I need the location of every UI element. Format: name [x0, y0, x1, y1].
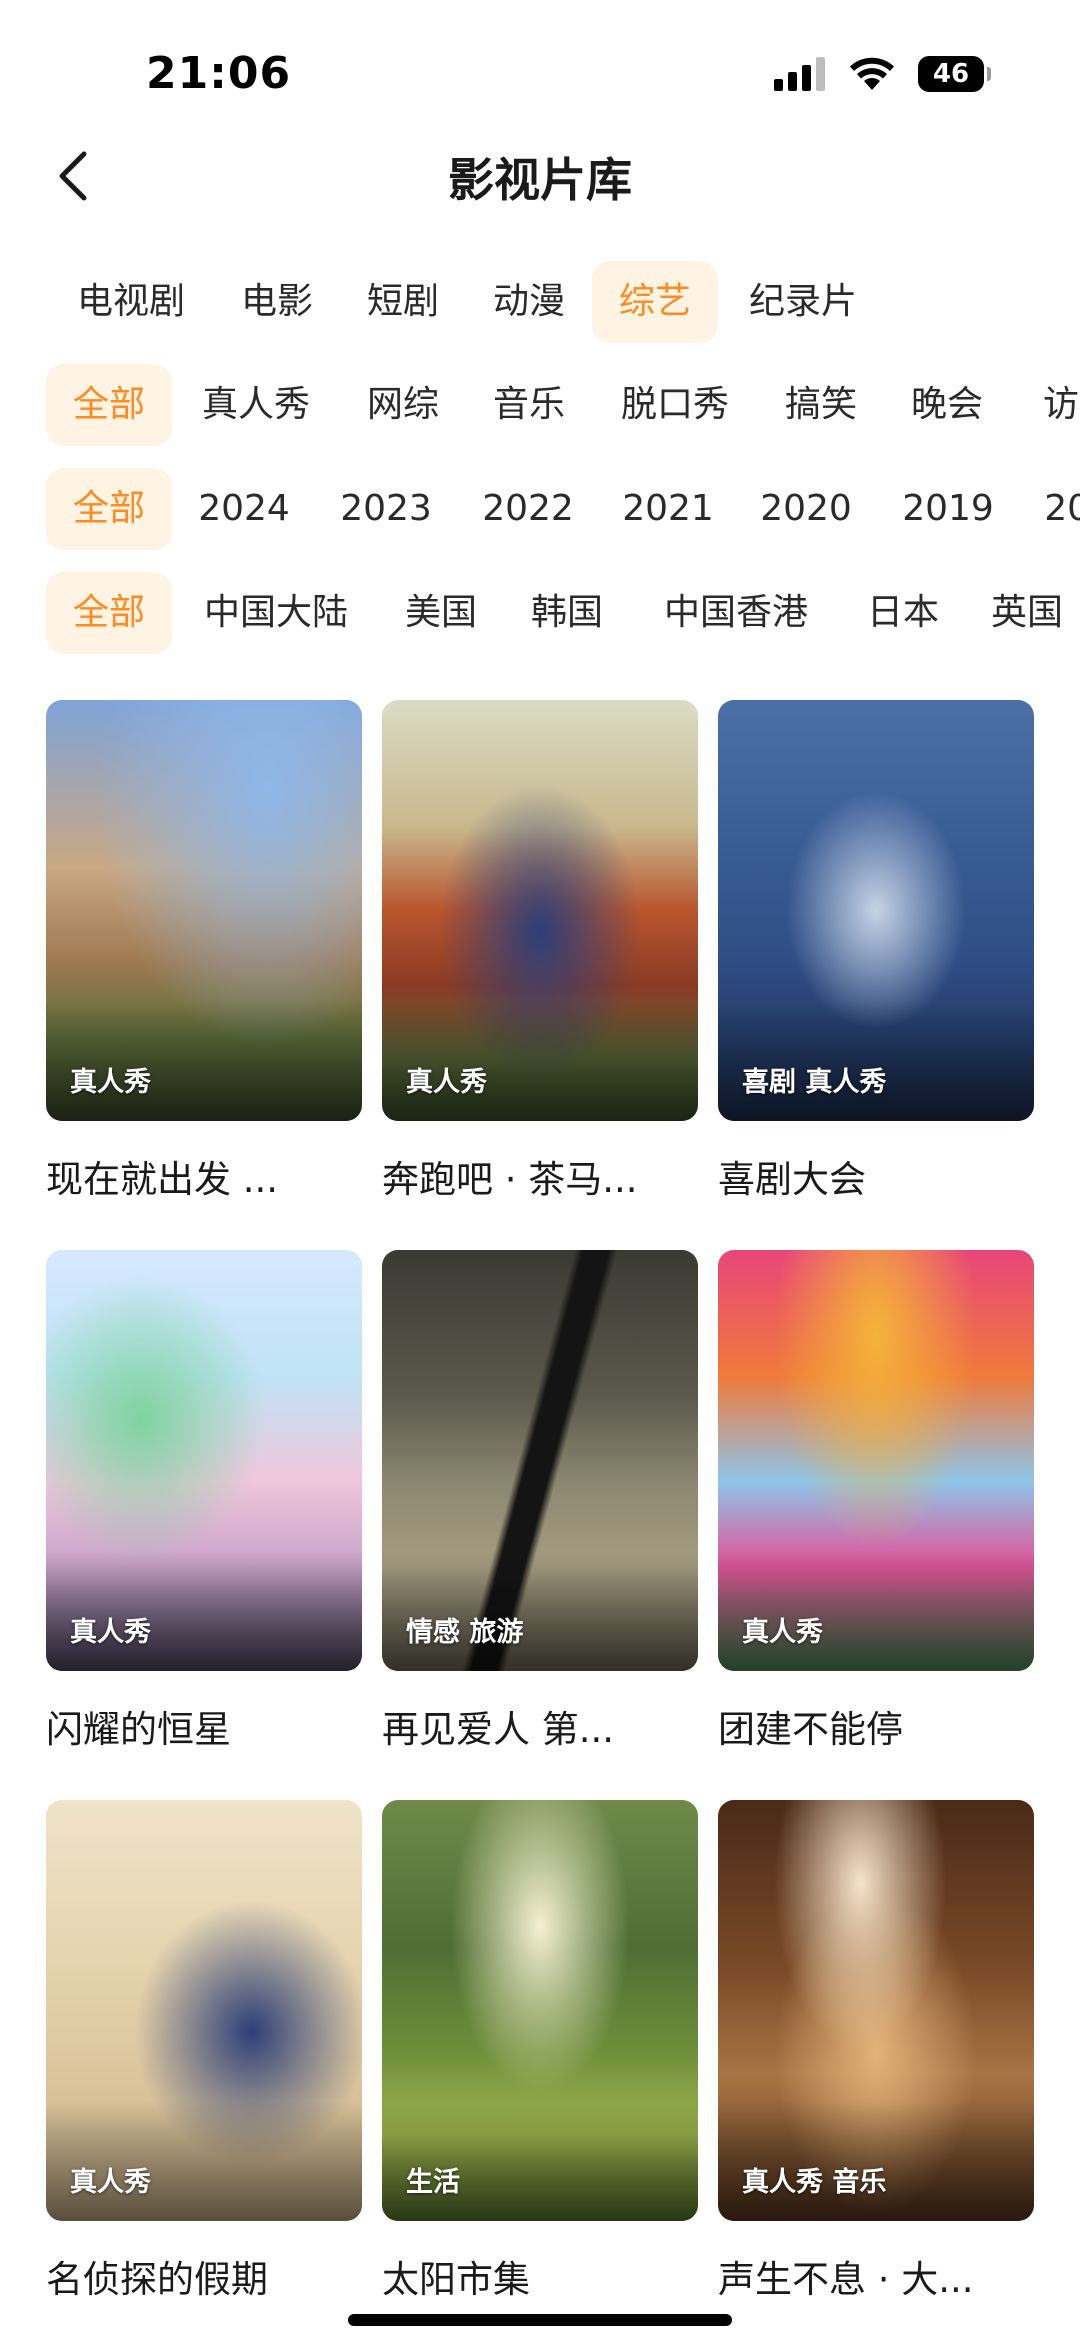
show-title: 太阳市集 — [382, 2258, 530, 2301]
genre-chip-talk-show[interactable]: 脱口秀 — [602, 364, 748, 446]
region-chip-mainland-china[interactable]: 中国大陆 — [186, 572, 366, 654]
year-chip-2021[interactable]: 2021 — [610, 468, 726, 550]
show-tags: 真人秀 — [742, 1617, 823, 1648]
tab-movies[interactable]: 电影 — [222, 261, 332, 343]
battery-indicator: 46 — [918, 56, 991, 92]
wifi-icon — [848, 56, 896, 92]
header: 影视片库 — [0, 130, 1080, 220]
tab-anime[interactable]: 动漫 — [474, 261, 584, 343]
show-tags: 生活 — [406, 2167, 460, 2198]
show-poster: 真人秀 — [46, 1250, 362, 1671]
genre-chip-comedy[interactable]: 搞笑 — [766, 364, 876, 446]
year-chip-2019[interactable]: 2019 — [890, 468, 1006, 550]
show-title: 再见爱人 第... — [382, 1708, 615, 1751]
genre-chip-web-variety[interactable]: 网综 — [348, 364, 458, 446]
year-chip-2018[interactable]: 2018 — [1032, 468, 1080, 550]
show-poster: 生活 — [382, 1800, 698, 2221]
show-poster: 情感 旅游 — [382, 1250, 698, 1671]
show-title: 喜剧大会 — [718, 1158, 866, 1201]
year-chip-2023[interactable]: 2023 — [328, 468, 444, 550]
show-poster: 真人秀 — [46, 700, 362, 1121]
show-title: 现在就出发 ... — [46, 1158, 279, 1201]
show-card[interactable]: 真人秀 音乐 声生不息 · 大... — [718, 1800, 1034, 2303]
content-type-tabs: 电视剧 电影 短剧 动漫 综艺 纪录片 — [0, 261, 1080, 343]
show-tags: 真人秀 — [70, 1067, 151, 1098]
region-chip-hong-kong[interactable]: 中国香港 — [646, 572, 826, 654]
show-title: 团建不能停 — [718, 1708, 903, 1751]
genre-chip-reality[interactable]: 真人秀 — [186, 364, 326, 446]
show-card[interactable]: 生活 太阳市集 — [382, 1800, 698, 2303]
region-chip-usa[interactable]: 美国 — [386, 572, 496, 654]
home-indicator — [348, 2314, 732, 2326]
show-tags: 真人秀 — [70, 1617, 151, 1648]
show-card[interactable]: 真人秀 团建不能停 — [718, 1250, 1034, 1753]
status-time: 21:06 — [146, 48, 292, 99]
show-tags: 真人秀 音乐 — [742, 2167, 887, 2198]
tab-variety[interactable]: 综艺 — [592, 261, 718, 343]
show-poster: 真人秀 — [718, 1250, 1034, 1671]
show-card[interactable]: 真人秀 奔跑吧 · 茶马... — [382, 700, 698, 1203]
region-chip-uk[interactable]: 英国 — [972, 572, 1080, 654]
tab-tv-series[interactable]: 电视剧 — [56, 261, 206, 343]
status-bar: 21:06 46 — [0, 0, 1080, 150]
show-tags: 真人秀 — [70, 2167, 151, 2198]
show-tags: 喜剧 真人秀 — [742, 1067, 887, 1098]
region-filter-row: 全部 中国大陆 美国 韩国 中国香港 日本 英国 — [0, 572, 1080, 654]
show-poster: 真人秀 — [382, 700, 698, 1121]
region-chip-all[interactable]: 全部 — [46, 572, 172, 654]
show-card[interactable]: 真人秀 闪耀的恒星 — [46, 1250, 362, 1753]
show-card[interactable]: 真人秀 名侦探的假期 — [46, 1800, 362, 2303]
genre-filter-row: 全部 真人秀 网综 音乐 脱口秀 搞笑 晚会 访谈 — [0, 364, 1080, 446]
year-chip-all[interactable]: 全部 — [46, 468, 172, 550]
cellular-signal-icon — [774, 57, 826, 91]
show-title: 奔跑吧 · 茶马... — [382, 1158, 638, 1201]
region-chip-japan[interactable]: 日本 — [848, 572, 958, 654]
year-chip-2022[interactable]: 2022 — [470, 468, 586, 550]
year-chip-2020[interactable]: 2020 — [748, 468, 864, 550]
show-card[interactable]: 喜剧 真人秀 喜剧大会 — [718, 700, 1034, 1203]
genre-chip-interview[interactable]: 访谈 — [1024, 364, 1080, 446]
show-poster: 真人秀 音乐 — [718, 1800, 1034, 2221]
show-title: 闪耀的恒星 — [46, 1708, 231, 1751]
page-title: 影视片库 — [448, 153, 632, 207]
show-title: 名侦探的假期 — [46, 2258, 268, 2301]
show-tags: 情感 旅游 — [406, 1617, 524, 1648]
tab-documentary[interactable]: 纪录片 — [728, 261, 878, 343]
show-tags: 真人秀 — [406, 1067, 487, 1098]
status-icons: 46 — [774, 56, 991, 92]
year-filter-row: 全部 2024 2023 2022 2021 2020 2019 2018 — [0, 468, 1080, 550]
year-chip-2024[interactable]: 2024 — [186, 468, 302, 550]
show-poster: 喜剧 真人秀 — [718, 700, 1034, 1121]
genre-chip-all[interactable]: 全部 — [46, 364, 172, 446]
show-title: 声生不息 · 大... — [718, 2258, 974, 2301]
genre-chip-music[interactable]: 音乐 — [474, 364, 584, 446]
tab-short-drama[interactable]: 短剧 — [348, 261, 458, 343]
show-card[interactable]: 情感 旅游 再见爱人 第... — [382, 1250, 698, 1753]
genre-chip-gala[interactable]: 晚会 — [892, 364, 1002, 446]
show-poster: 真人秀 — [46, 1800, 362, 2221]
region-chip-korea[interactable]: 韩国 — [512, 572, 622, 654]
show-card[interactable]: 真人秀 现在就出发 ... — [46, 700, 362, 1203]
